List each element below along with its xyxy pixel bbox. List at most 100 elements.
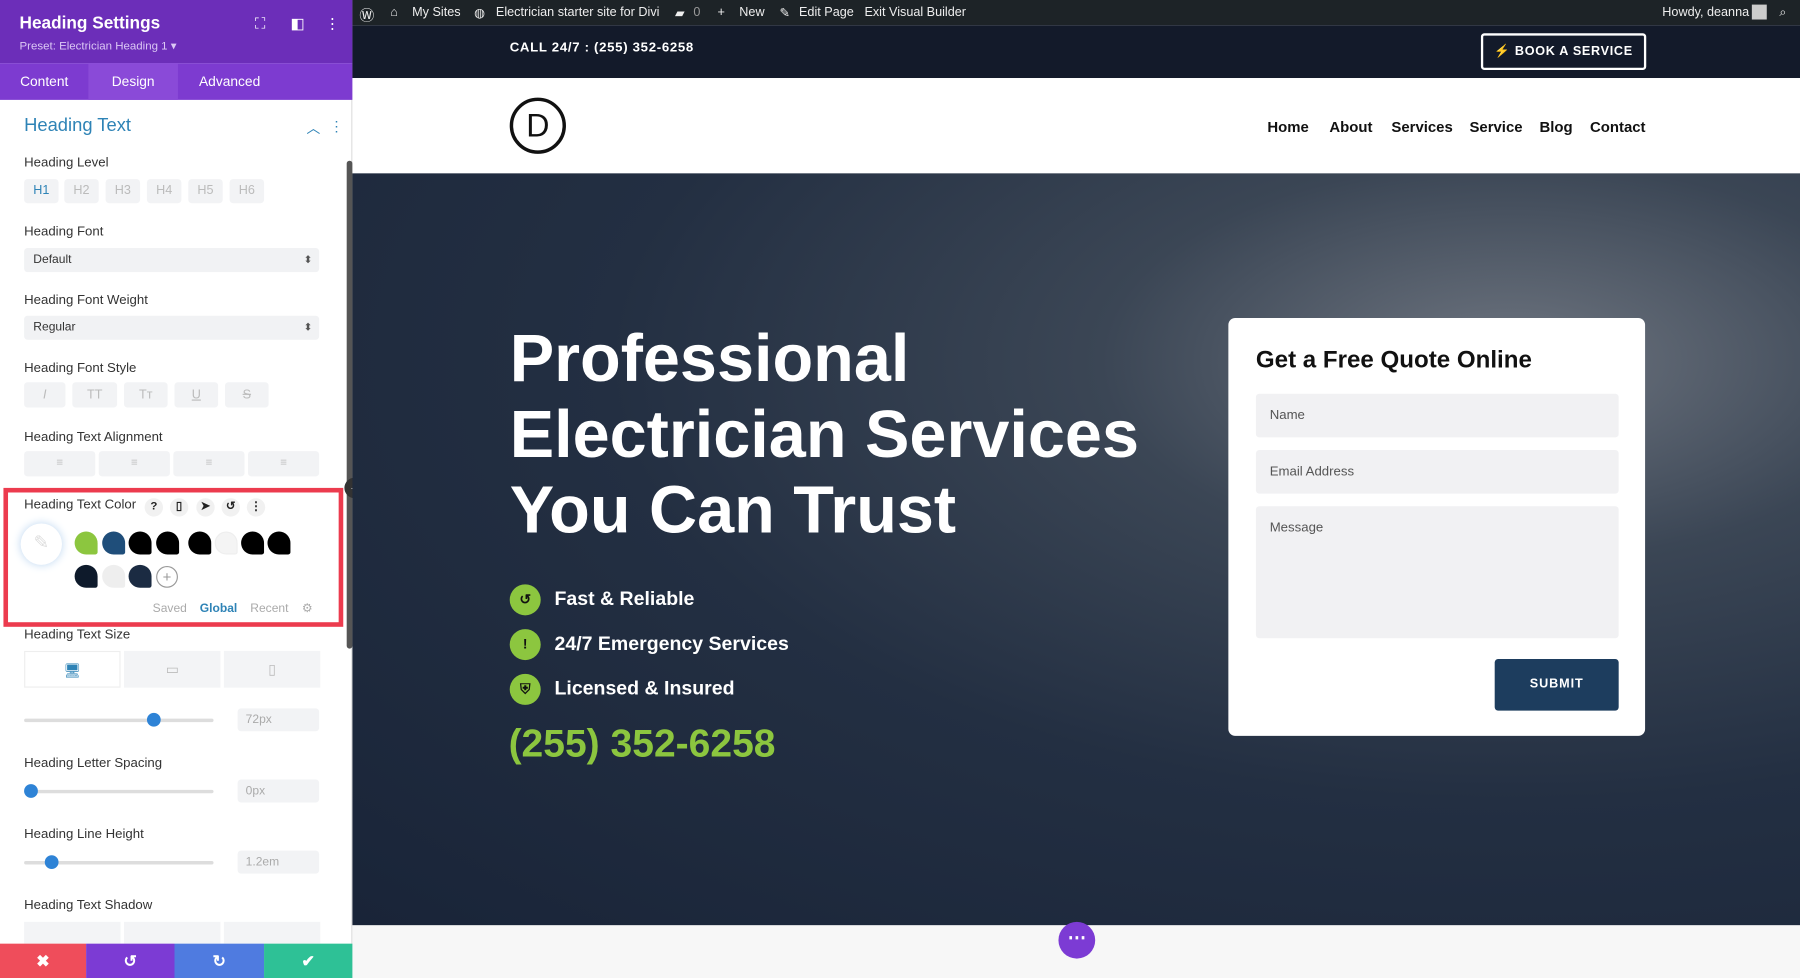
redo-button[interactable]: ↻ [174, 943, 265, 978]
new-link[interactable]: New [739, 6, 764, 20]
slider-handle[interactable] [147, 712, 161, 727]
color-swatch[interactable] [102, 531, 126, 555]
color-swatch[interactable] [156, 531, 180, 555]
color-swatch[interactable] [128, 531, 152, 555]
heading-weight-select[interactable]: Regular [24, 315, 320, 340]
italic-button[interactable]: I [24, 382, 66, 408]
recent-colors-tab[interactable]: Recent [250, 602, 288, 616]
responsive-icon[interactable]: ▯ [169, 498, 189, 517]
color-more-icon[interactable]: ⋮ [246, 498, 266, 517]
align-left-icon[interactable]: ≡ [24, 451, 96, 477]
discard-button[interactable]: ✖ [0, 943, 87, 978]
my-sites-link[interactable]: My Sites [412, 6, 460, 20]
hero-heading-line[interactable]: Professional [510, 320, 910, 397]
tab-content[interactable]: Content [0, 63, 88, 100]
color-swatch[interactable] [102, 564, 126, 588]
phone-icon[interactable]: ▯ [223, 650, 321, 688]
comments-count[interactable]: 0 [693, 6, 700, 20]
text-size-slider[interactable] [24, 712, 214, 727]
shadow-option[interactable] [123, 921, 221, 944]
nav-service[interactable]: Service [1469, 118, 1522, 135]
exit-visual-builder-link[interactable]: Exit Visual Builder [864, 6, 966, 20]
nav-contact[interactable]: Contact [1590, 118, 1646, 135]
underline-button[interactable]: U [174, 382, 219, 408]
hero-heading-line[interactable]: Electrician Services [510, 396, 1139, 473]
chevron-up-icon[interactable]: ︿ [307, 118, 321, 138]
more-options-icon[interactable]: ⋮ [325, 15, 340, 33]
h3-button[interactable]: H3 [105, 179, 141, 204]
color-swatch[interactable] [74, 531, 98, 555]
edit-page-link[interactable]: Edit Page [799, 6, 854, 20]
text-size-label: Heading Text Size [24, 627, 131, 642]
color-swatch[interactable] [128, 564, 152, 588]
submit-button[interactable]: SUBMIT [1494, 658, 1619, 711]
letter-spacing-input[interactable]: 0px [237, 779, 320, 803]
align-right-icon[interactable]: ≡ [173, 451, 245, 477]
uppercase-button[interactable]: TT [72, 382, 118, 408]
h6-button[interactable]: H6 [229, 179, 265, 204]
search-icon[interactable]: ⌕ [1779, 6, 1786, 21]
save-button[interactable]: ✔ [264, 943, 353, 978]
site-logo[interactable]: D [509, 97, 566, 154]
slider-handle[interactable] [45, 855, 59, 870]
h1-button[interactable]: H1 [24, 179, 59, 204]
global-colors-tab[interactable]: Global [200, 602, 238, 616]
shadow-option[interactable] [24, 921, 121, 944]
email-input[interactable]: Email Address [1255, 450, 1619, 494]
h2-button[interactable]: H2 [64, 179, 99, 204]
add-color-icon[interactable]: + [156, 565, 178, 588]
reset-icon[interactable]: ↺ [221, 498, 240, 517]
howdy-link[interactable]: Howdy, deanna [1662, 6, 1749, 20]
align-center-icon[interactable]: ≡ [98, 451, 170, 477]
preset-dropdown[interactable]: Preset: Electrician Heading 1 ▾ [20, 40, 177, 53]
heading-font-select[interactable]: Default [24, 247, 320, 273]
align-justify-icon[interactable]: ≡ [247, 451, 320, 477]
tablet-icon[interactable]: ▭ [123, 650, 221, 688]
letter-spacing-slider[interactable] [24, 784, 214, 798]
section-more-icon[interactable]: ⋮ [329, 118, 343, 134]
name-input[interactable]: Name [1255, 393, 1619, 438]
desktop-icon[interactable]: 🖥 [24, 650, 121, 688]
h5-button[interactable]: H5 [188, 179, 223, 204]
builder-menu-dots-icon[interactable]: ⋯ [1058, 921, 1096, 959]
section-title[interactable]: Heading Text [24, 116, 131, 137]
nav-blog[interactable]: Blog [1539, 118, 1572, 135]
nav-about[interactable]: About [1329, 118, 1372, 135]
slider-handle[interactable] [24, 784, 38, 798]
hero-phone[interactable]: (255) 352-6258 [509, 722, 776, 767]
help-icon[interactable]: ? [144, 498, 164, 517]
wordpress-logo-icon[interactable]: Ⓦ [359, 3, 374, 25]
saved-colors-tab[interactable]: Saved [153, 602, 187, 616]
nav-home[interactable]: Home [1267, 118, 1308, 135]
tab-design[interactable]: Design [88, 63, 178, 100]
shadow-option[interactable] [223, 921, 321, 944]
message-textarea[interactable]: Message [1255, 506, 1619, 639]
line-height-slider[interactable] [24, 855, 214, 870]
h4-button[interactable]: H4 [146, 179, 182, 204]
line-height-input[interactable]: 1.2em [237, 850, 320, 874]
strikethrough-button[interactable]: S [225, 382, 269, 408]
nav-services[interactable]: Services [1391, 118, 1452, 135]
text-size-input[interactable]: 72px [237, 708, 320, 732]
heading-weight-label: Heading Font Weight [24, 293, 148, 308]
site-name-link[interactable]: Electrician starter site for Divi [496, 6, 660, 20]
book-service-button[interactable]: ⚡ BOOK A SERVICE [1480, 33, 1647, 71]
color-swatch[interactable] [241, 531, 265, 555]
capitalize-button[interactable]: Tт [123, 382, 168, 408]
undo-button[interactable]: ↺ [86, 943, 175, 978]
color-swatch[interactable] [188, 531, 212, 555]
avatar[interactable] [1751, 4, 1767, 20]
expand-icon[interactable]: ⛶ [255, 15, 265, 33]
hero-heading-line[interactable]: You Can Trust [510, 472, 956, 549]
tab-advanced[interactable]: Advanced [178, 63, 281, 100]
split-view-icon[interactable]: ◧ [290, 15, 304, 33]
color-swatch[interactable] [214, 531, 238, 555]
hover-cursor-icon[interactable]: ➤ [196, 498, 215, 517]
color-settings-gear-icon[interactable]: ⚙ [302, 602, 313, 616]
history-icon: ↺ [509, 584, 541, 616]
eyedropper-icon[interactable]: ✎ [20, 523, 62, 565]
color-swatch[interactable] [74, 564, 98, 588]
color-swatch[interactable] [267, 531, 291, 555]
panel-header: Heading Settings Preset: Electrician Hea… [0, 0, 353, 64]
plug-icon: ⚡ [1494, 44, 1511, 59]
